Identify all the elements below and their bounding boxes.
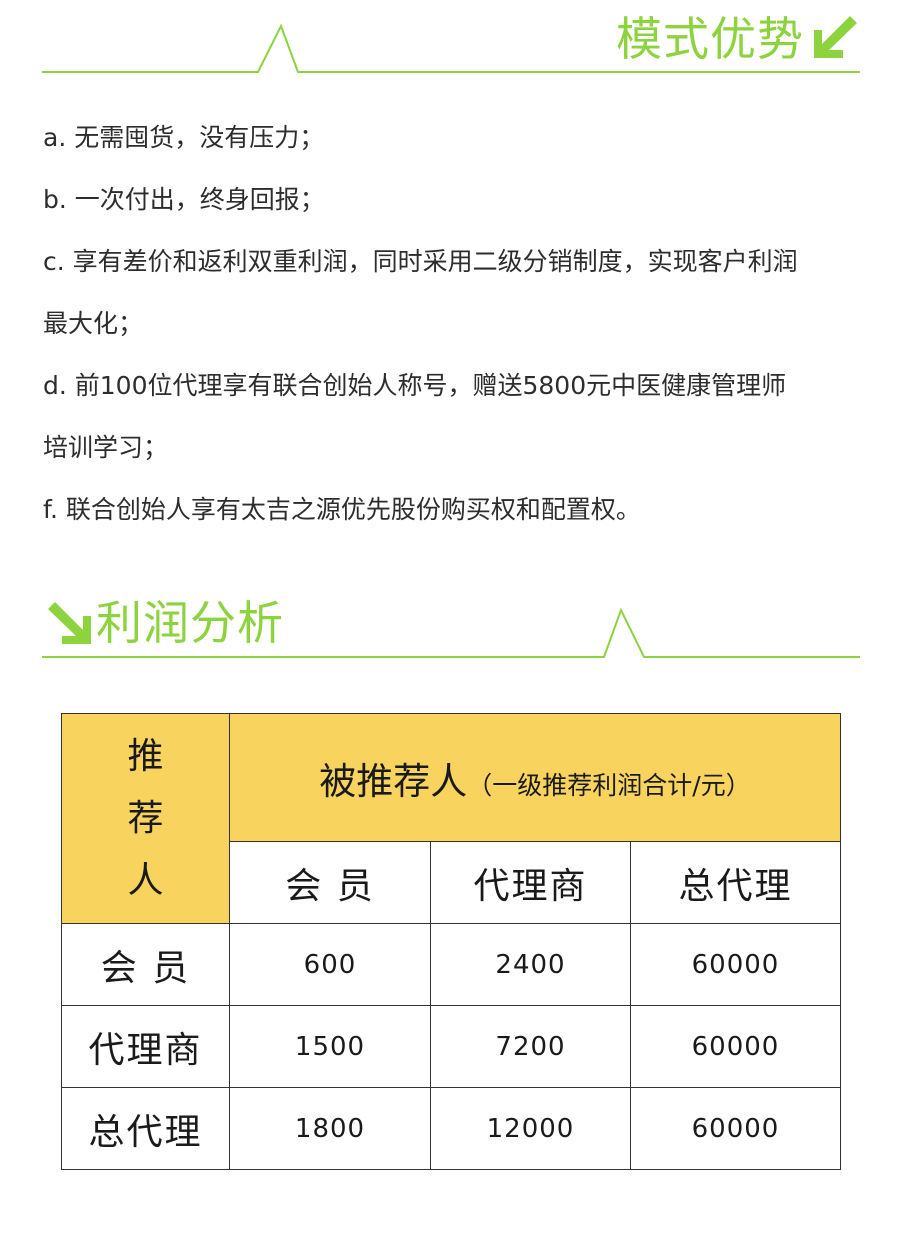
advantage-line-d: d. 前100位代理享有联合创始人称号，赠送5800元中医健康管理师 [43, 371, 787, 400]
arrow-down-left-icon [814, 16, 857, 58]
header-main-label: 被推荐人 [319, 759, 468, 803]
header-sub-label: （一级推荐利润合计/元） [467, 770, 751, 800]
advantage-line-a: a. 无需囤货，没有压力； [43, 123, 325, 152]
table-cell: 12000 [430, 1087, 631, 1170]
table-corner-cell: 推 荐 人 [61, 713, 230, 924]
table-row: 总代理 1800 12000 60000 [61, 1087, 842, 1170]
profit-title: 利润分析 [96, 596, 284, 650]
advantage-line-b: b. 一次付出，终身回报； [43, 185, 325, 214]
advantage-line-c: c. 享有差价和返利双重利润，同时采用二级分销制度，实现客户利润 [43, 247, 798, 276]
advantage-line-d-cont: 培训学习； [43, 433, 169, 462]
table-row: 会 员 600 2400 60000 [61, 923, 842, 1006]
advantage-line-c-cont: 最大化； [43, 309, 144, 338]
row-header: 代理商 [61, 1005, 230, 1088]
row-header: 总代理 [61, 1087, 230, 1170]
corner-char: 人 [127, 859, 164, 901]
table-cell: 7200 [430, 1005, 631, 1088]
advantage-line-f: f. 联合创始人享有太吉之源优先股份购买权和配置权。 [43, 495, 641, 524]
table-cell: 2400 [430, 923, 631, 1006]
table-cell: 1500 [229, 1005, 431, 1088]
column-header: 总代理 [629, 841, 842, 924]
table-cell: 60000 [629, 1005, 842, 1088]
corner-char: 荐 [127, 797, 164, 839]
table-cell: 60000 [629, 923, 842, 1006]
table-cell: 60000 [629, 1087, 842, 1170]
column-header: 代理商 [430, 841, 631, 924]
table-cell: 1800 [229, 1087, 431, 1170]
table-main-header: 被推荐人（一级推荐利润合计/元） [228, 713, 842, 842]
column-header: 会 员 [229, 841, 431, 924]
corner-char: 推 [127, 735, 164, 777]
table-cell: 600 [229, 923, 431, 1006]
table-row: 代理商 1500 7200 60000 [61, 1005, 842, 1088]
arrow-down-right-icon [48, 602, 91, 644]
row-header: 会 员 [61, 923, 230, 1006]
profit-table: 推 荐 人 被推荐人（一级推荐利润合计/元） 会 员 代理商 总代理 会 员 6… [61, 713, 842, 1170]
advantages-title: 模式优势 [616, 12, 804, 66]
